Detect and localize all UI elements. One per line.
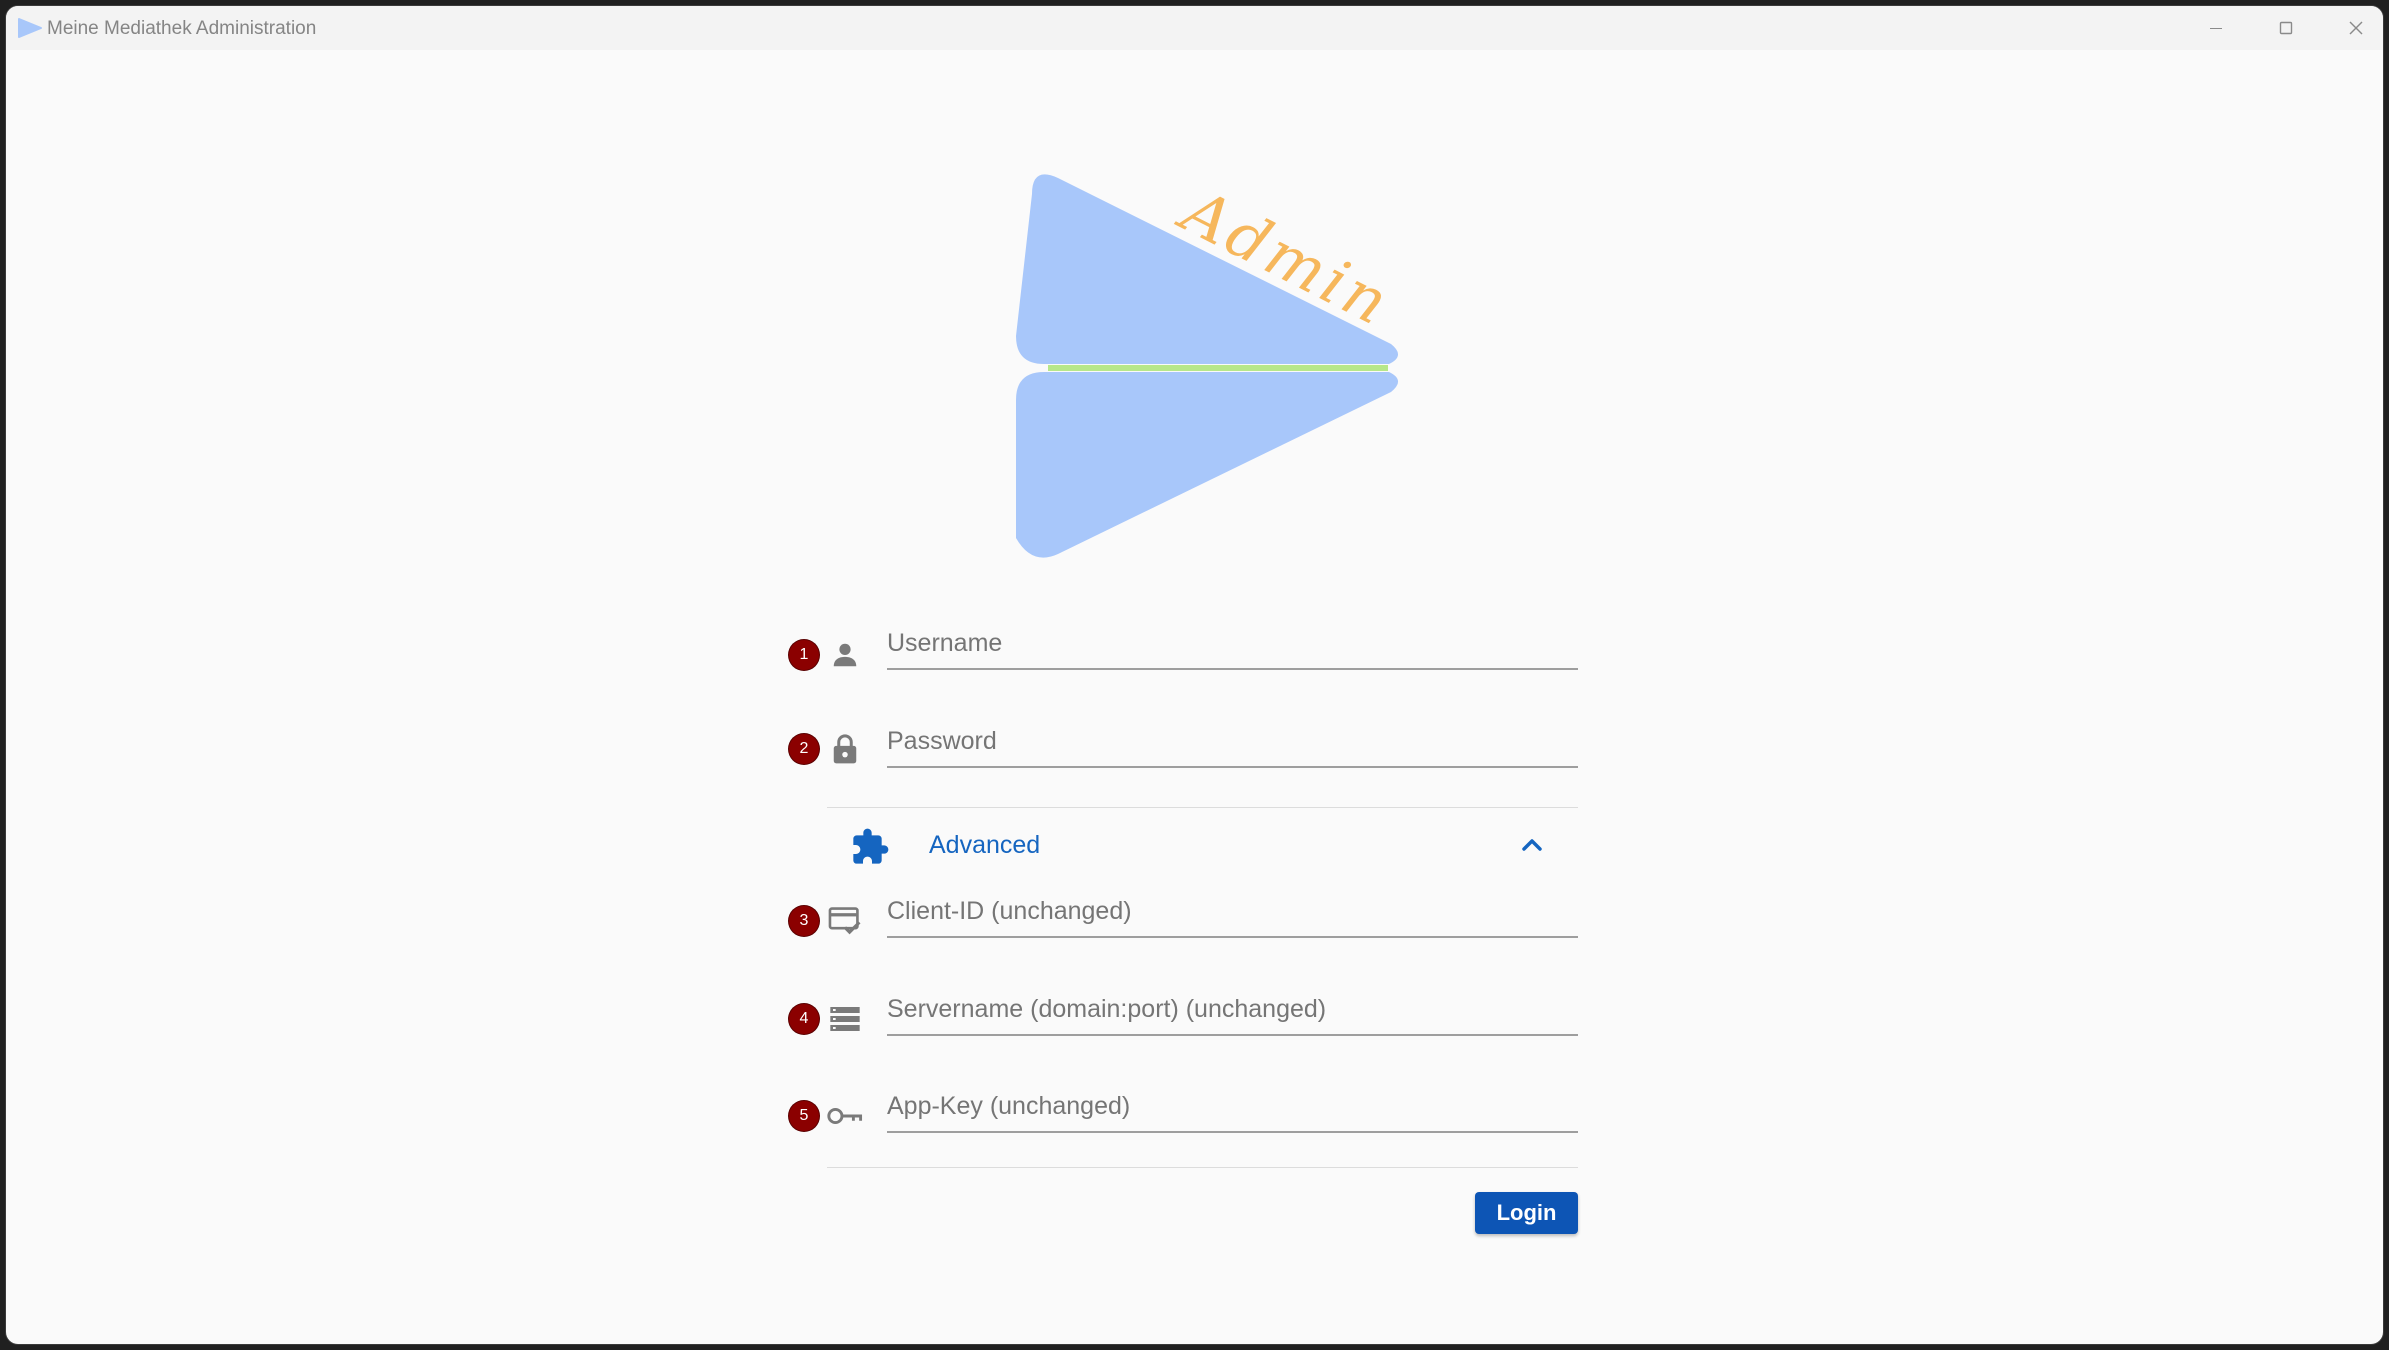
advanced-label: Advanced [929, 831, 1041, 859]
server-list-icon [826, 1000, 864, 1038]
advanced-expander[interactable]: Advanced [827, 807, 1578, 883]
step-badge-1: 1 [789, 640, 819, 670]
client-id-input[interactable] [887, 886, 1578, 938]
client-card-icon [826, 902, 864, 940]
chevron-up-icon[interactable] [1516, 829, 1548, 861]
minimize-button[interactable] [2181, 6, 2251, 50]
maximize-button[interactable] [2251, 6, 2321, 50]
servername-row: 4 [786, 984, 1578, 1062]
title-bar[interactable]: Meine Mediathek Administration [6, 6, 2383, 50]
maximize-icon [2279, 21, 2293, 35]
password-row: 2 [786, 716, 1578, 794]
username-row: 1 [786, 618, 1578, 696]
step-badge-2: 2 [789, 734, 819, 764]
logo-divider-line [1048, 365, 1388, 371]
app-play-icon [18, 18, 42, 38]
servername-input[interactable] [887, 984, 1578, 1036]
person-icon [826, 636, 864, 674]
key-icon [826, 1097, 864, 1135]
advanced-bottom-divider [827, 1167, 1578, 1168]
app-key-input[interactable] [887, 1081, 1578, 1133]
login-button[interactable]: Login [1475, 1192, 1578, 1234]
password-input[interactable] [887, 716, 1578, 768]
app-window: Meine Mediathek Administration Admin 1 U… [6, 6, 2383, 1344]
step-badge-5: 5 [789, 1101, 819, 1131]
step-badge-4: 4 [789, 1004, 819, 1034]
admin-logo: Admin [1016, 172, 1403, 558]
username-input[interactable] [887, 618, 1578, 670]
window-title: Meine Mediathek Administration [47, 18, 317, 39]
step-badge-3: 3 [789, 906, 819, 936]
client-id-row: 3 [786, 886, 1578, 964]
puzzle-icon [853, 828, 889, 864]
lock-icon [826, 730, 864, 768]
minimize-icon [2210, 28, 2222, 29]
close-icon [2349, 21, 2363, 35]
app-key-row: 5 [786, 1081, 1578, 1159]
close-button[interactable] [2321, 6, 2383, 50]
logo-triangle-bottom [1016, 372, 1399, 558]
